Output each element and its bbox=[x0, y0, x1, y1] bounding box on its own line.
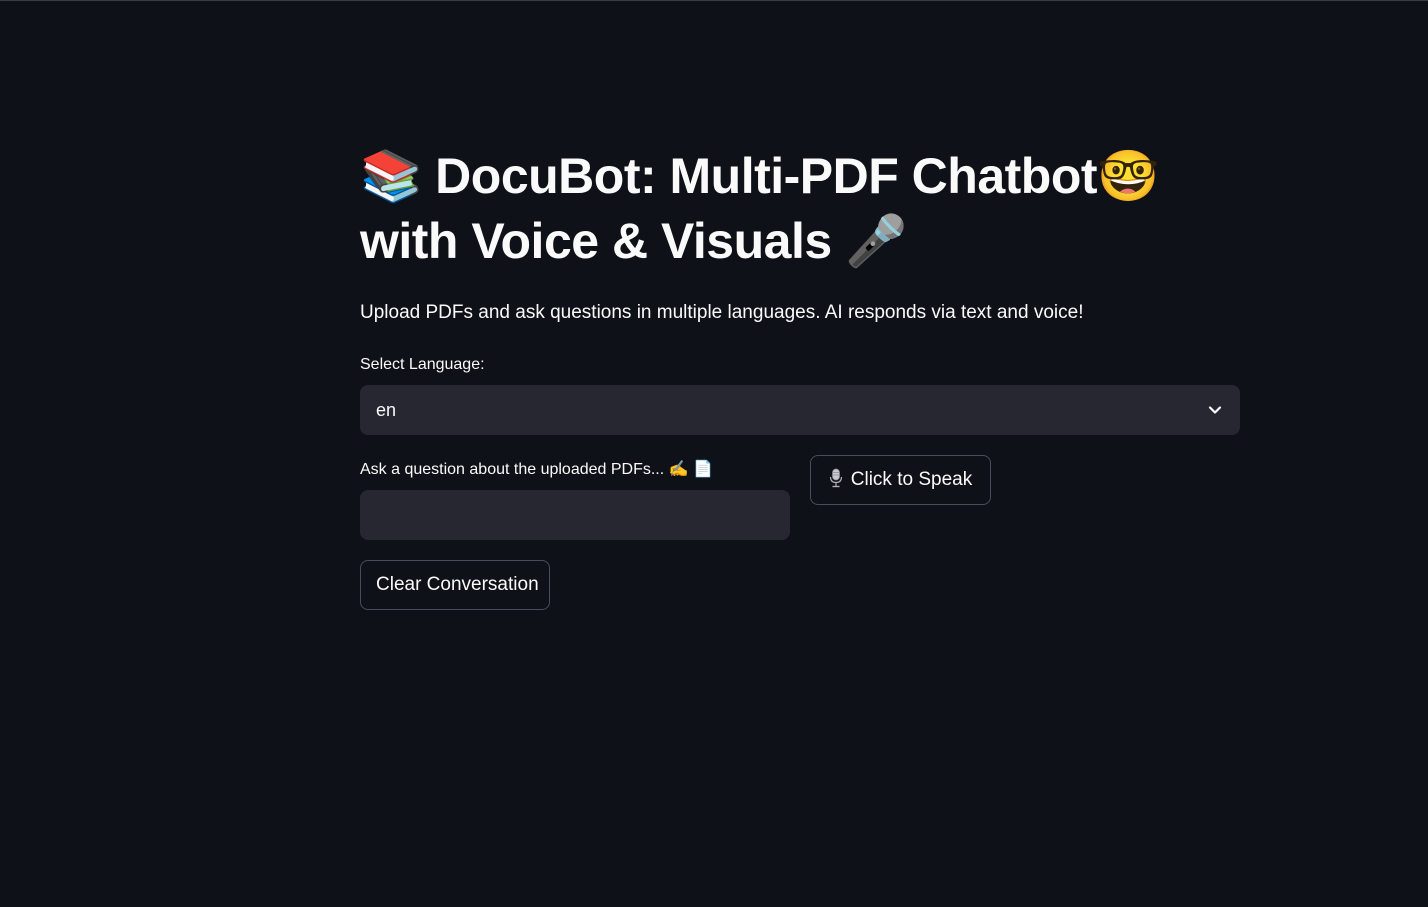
page-subtitle: Upload PDFs and ask questions in multipl… bbox=[360, 302, 1084, 323]
language-select[interactable]: en bbox=[360, 385, 1240, 435]
question-label: Ask a question about the uploaded PDFs..… bbox=[360, 461, 713, 478]
question-input[interactable] bbox=[360, 490, 790, 540]
language-selected-value: en bbox=[376, 400, 397, 420]
clear-button-label: Clear Conversation bbox=[376, 574, 539, 595]
nerd-face-icon: 🤓 bbox=[1097, 147, 1159, 205]
clear-conversation-button[interactable]: Clear Conversation bbox=[360, 560, 550, 610]
microphone-emoji-icon: 🎤 bbox=[845, 212, 907, 270]
click-to-speak-button[interactable]: Click to Speak bbox=[810, 455, 991, 505]
books-icon: 📚 bbox=[360, 147, 422, 205]
page-title: 📚 DocuBot: Multi-PDF Chatbot🤓 with Voice… bbox=[360, 144, 1240, 274]
chevron-down-icon bbox=[1208, 406, 1222, 414]
language-label: Select Language: bbox=[360, 356, 485, 373]
speak-button-label: Click to Speak bbox=[850, 469, 973, 490]
title-text: DocuBot: Multi-PDF Chatbot bbox=[435, 148, 1098, 204]
microphone-icon bbox=[829, 468, 842, 488]
title-text-line-2: with Voice & Visuals bbox=[360, 213, 832, 269]
top-border bbox=[0, 0, 1428, 1]
